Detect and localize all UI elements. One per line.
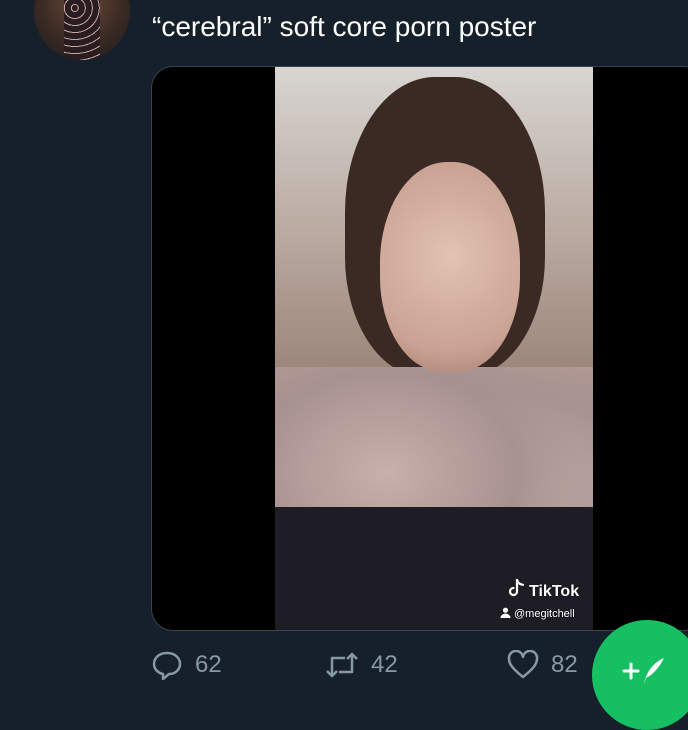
user-icon: [500, 607, 511, 621]
reply-count: 62: [195, 651, 222, 678]
tiktok-handle: @megitchell: [500, 607, 575, 621]
reply-button[interactable]: 62: [151, 650, 222, 680]
tweet-media-video[interactable]: TikTok @megitchell: [151, 66, 688, 631]
compose-tweet-icon: [622, 656, 666, 691]
video-frame: [275, 67, 593, 630]
tiktok-watermark-label: TikTok: [529, 582, 580, 600]
tiktok-watermark: TikTok: [507, 578, 580, 604]
like-count: 82: [551, 651, 578, 678]
tweet-text: “cerebral” soft core porn poster: [152, 11, 537, 42]
tiktok-logo-icon: [507, 578, 525, 604]
reply-icon: [151, 650, 183, 680]
author-avatar[interactable]: [34, 0, 130, 60]
compose-tweet-button[interactable]: [592, 620, 688, 730]
tweet-action-bar: 62 42 82: [151, 650, 651, 690]
tiktok-handle-label: @megitchell: [514, 608, 575, 620]
video-subject-face: [380, 162, 520, 372]
retweet-icon: [325, 650, 359, 680]
retweet-count: 42: [371, 651, 398, 678]
like-button[interactable]: 82: [507, 650, 578, 680]
avatar-figure: [64, 0, 100, 60]
like-icon: [507, 650, 539, 680]
retweet-button[interactable]: 42: [325, 650, 398, 680]
